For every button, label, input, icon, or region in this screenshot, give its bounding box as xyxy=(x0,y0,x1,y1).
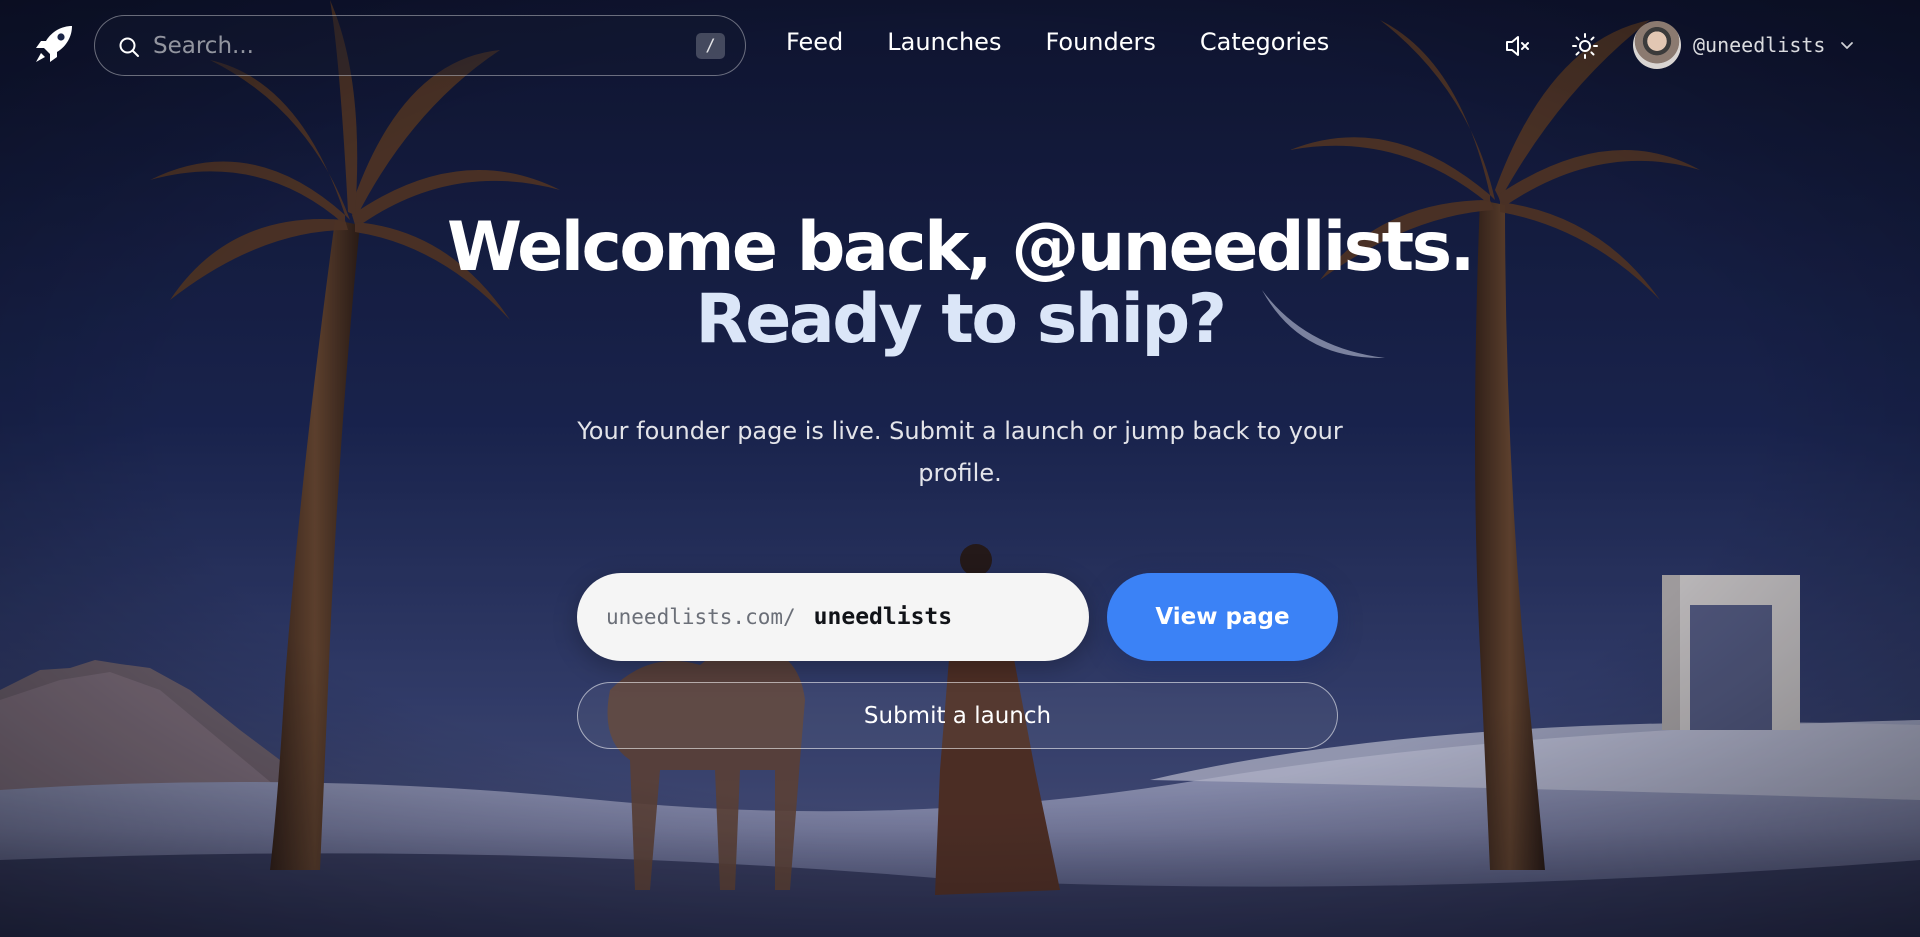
nav-link-categories[interactable]: Categories xyxy=(1200,28,1329,56)
search-icon xyxy=(117,35,141,59)
nav-link-founders[interactable]: Founders xyxy=(1045,28,1155,56)
hero-section: Welcome back, @uneedlists. Ready to ship… xyxy=(0,0,1920,937)
chevron-down-icon xyxy=(1839,37,1855,53)
avatar xyxy=(1633,21,1681,69)
founder-url-field[interactable]: uneedlists.com/ uneedlists xyxy=(577,573,1089,661)
rocket-icon[interactable] xyxy=(32,22,76,66)
view-page-button[interactable]: View page xyxy=(1107,573,1338,661)
user-menu[interactable]: @uneedlists xyxy=(1633,21,1855,69)
search-input[interactable] xyxy=(153,26,653,66)
hero-title: Welcome back, @uneedlists. Ready to ship… xyxy=(0,212,1920,356)
hero-title-line2: Ready to ship? xyxy=(695,280,1227,359)
search-shortcut-badge: / xyxy=(696,33,725,59)
submit-launch-button[interactable]: Submit a launch xyxy=(577,682,1338,749)
url-username: uneedlists xyxy=(813,604,953,630)
speaker-muted-icon[interactable] xyxy=(1503,32,1531,60)
user-handle: @uneedlists xyxy=(1693,33,1826,57)
top-navigation: / Feed Launches Founders Categories @une… xyxy=(0,0,1920,93)
main-nav: Feed Launches Founders Categories xyxy=(786,28,1329,56)
hero-title-line1: Welcome back, @uneedlists. xyxy=(447,208,1475,287)
nav-link-feed[interactable]: Feed xyxy=(786,28,843,56)
nav-link-launches[interactable]: Launches xyxy=(887,28,1001,56)
sun-icon[interactable] xyxy=(1571,32,1599,60)
search-bar[interactable]: / xyxy=(94,15,746,76)
url-prefix: uneedlists.com/ xyxy=(606,605,796,629)
hero-subtitle: Your founder page is live. Submit a laun… xyxy=(577,417,1343,487)
